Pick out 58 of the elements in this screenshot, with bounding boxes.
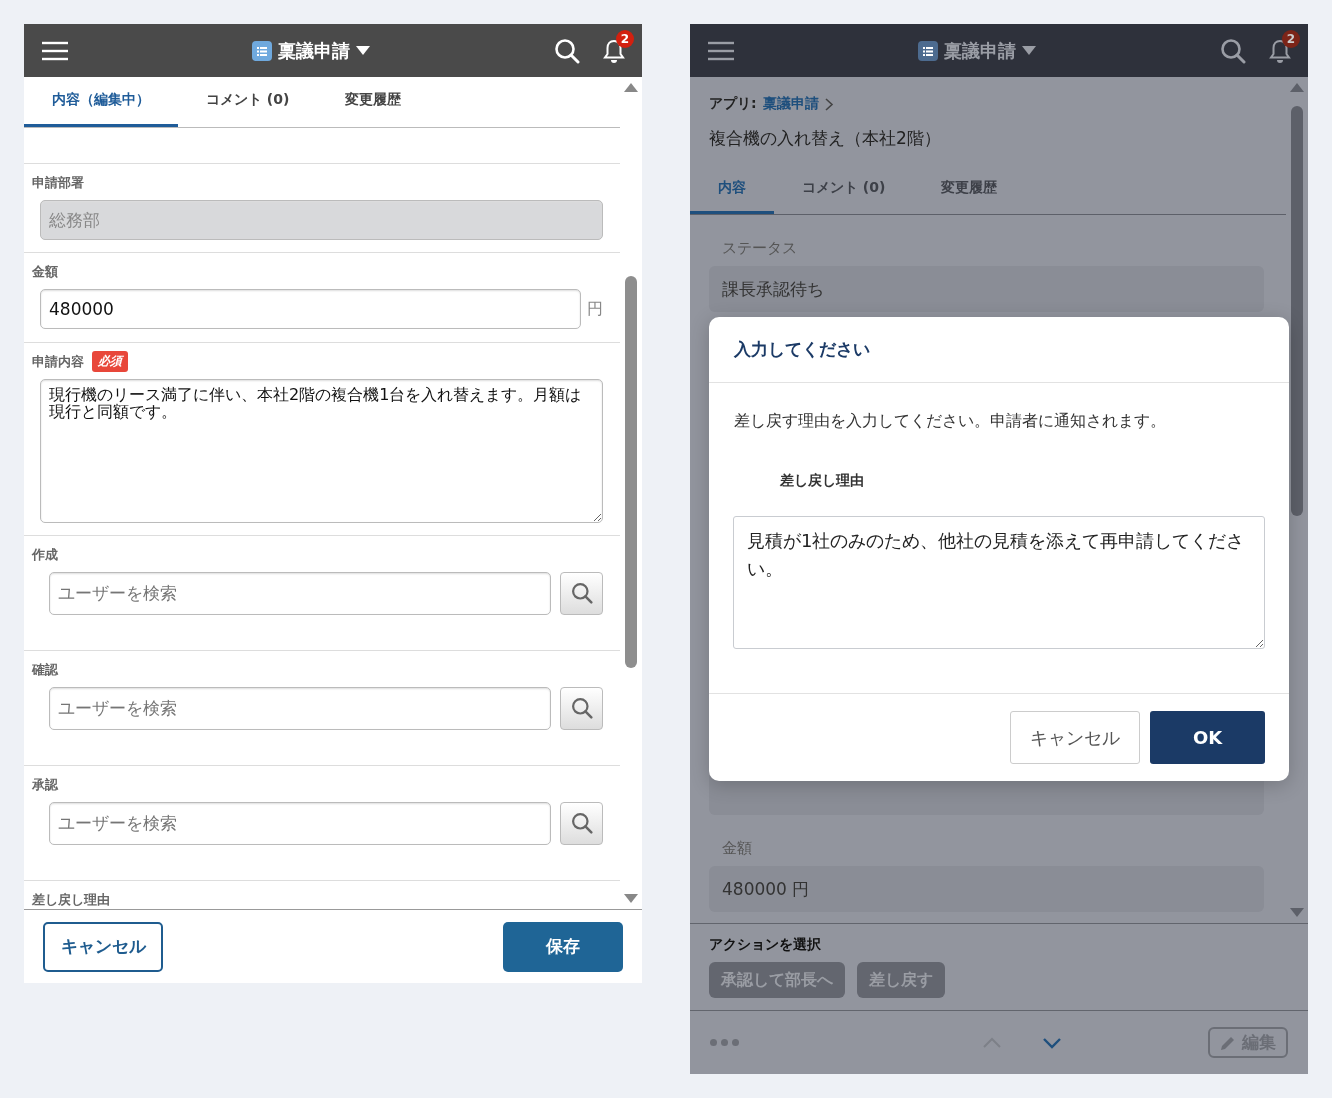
ok-button[interactable]: OK	[1150, 711, 1265, 764]
chevron-down-icon[interactable]	[1042, 1036, 1062, 1049]
record-title: 複合機の入れ替え（本社2階）	[708, 127, 942, 150]
save-button[interactable]: 保存	[503, 921, 623, 972]
scroll-up-icon[interactable]	[624, 83, 638, 92]
caret-icon[interactable]	[1022, 46, 1036, 55]
search-icon[interactable]	[554, 37, 580, 64]
scroll-down-icon[interactable]	[624, 894, 638, 903]
field-label: 申請部署	[32, 174, 84, 193]
search-icon[interactable]	[1220, 37, 1246, 64]
dialog-message: 差し戻す理由を入力してください。申請者に通知されます。	[733, 410, 1167, 432]
description-field[interactable]: 現行機のリース満了に伴い、本社2階の複合機1台を入れ替えます。月額は現行と同額です。	[40, 378, 603, 523]
dialog-title: 入力してください	[709, 317, 1289, 383]
field-label: 金額	[722, 839, 753, 858]
search-icon	[570, 812, 593, 835]
search-button[interactable]	[560, 571, 603, 615]
unit-label: 円	[587, 298, 603, 320]
field-label: 確認	[32, 660, 58, 679]
tab[interactable]: コメント (0)	[178, 77, 318, 127]
list-app-icon	[252, 40, 272, 61]
search-button[interactable]	[560, 686, 603, 730]
field-label: 作成	[32, 545, 58, 564]
required-badge: 必須	[92, 351, 128, 373]
search-button[interactable]	[560, 802, 603, 845]
notification-badge: 2	[1282, 29, 1300, 48]
breadcrumb-label: アプリ:	[709, 95, 757, 113]
user-search-field[interactable]: ユーザーを検索	[49, 686, 551, 730]
menu-icon[interactable]	[708, 40, 734, 61]
app-title[interactable]: 稟議申請	[278, 38, 350, 63]
field-label: 金額	[32, 263, 58, 282]
notification-badge: 2	[616, 29, 634, 48]
tab[interactable]: 変更履歴	[317, 77, 430, 127]
chevron-right-icon	[824, 97, 834, 111]
department-field: 総務部	[40, 200, 603, 241]
section-title: アクションを選択	[709, 936, 822, 954]
status-value: 課長承認待ち	[709, 266, 1264, 312]
field-label: 承認	[32, 776, 58, 794]
cancel-button[interactable]: キャンセル	[43, 921, 163, 972]
app-title[interactable]: 稟議申請	[944, 38, 1016, 63]
search-icon	[570, 582, 593, 605]
scrollbar-thumb[interactable]	[625, 276, 637, 668]
amount-value: 480000 円	[709, 866, 1264, 912]
scrollbar-thumb[interactable]	[1291, 106, 1303, 516]
field-label: 申請内容	[32, 352, 84, 371]
tab[interactable]: 内容（編集中）	[24, 77, 178, 127]
user-search-field[interactable]: ユーザーを検索	[49, 802, 551, 845]
caret-icon[interactable]	[356, 46, 370, 55]
field-label: 差し戻し理由	[779, 471, 865, 490]
amount-field[interactable]: 480000	[40, 289, 581, 330]
field-label: 差し戻し理由	[32, 891, 110, 909]
cancel-button[interactable]: キャンセル	[1010, 711, 1140, 764]
pencil-icon	[1220, 1034, 1236, 1051]
search-icon	[570, 697, 593, 720]
menu-icon[interactable]	[42, 40, 68, 61]
list-app-icon	[918, 40, 938, 61]
user-search-field[interactable]: ユーザーを検索	[49, 571, 551, 615]
field-label: ステータス	[722, 239, 798, 258]
reason-field[interactable]: 見積が1社のみのため、他社の見積を添えて再申請してください。	[733, 516, 1265, 649]
